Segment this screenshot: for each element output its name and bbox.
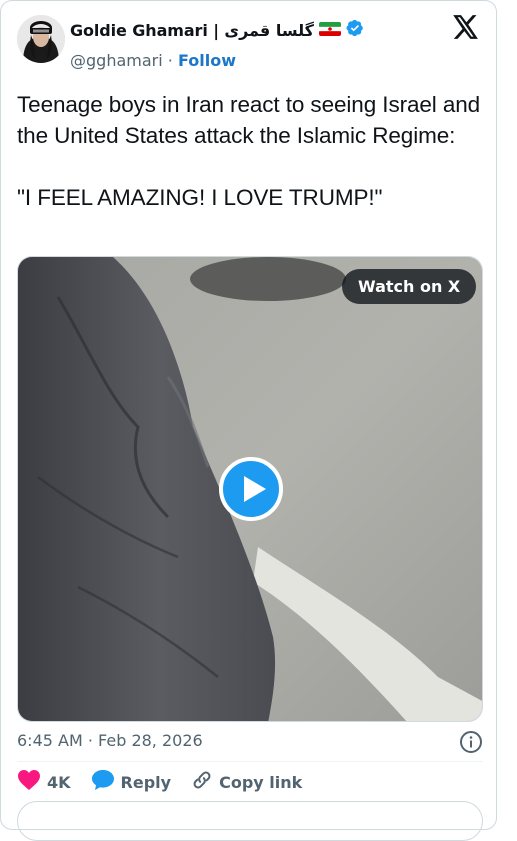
play-icon[interactable] bbox=[219, 457, 283, 521]
reply-bubble-icon bbox=[91, 769, 115, 795]
iran-flag-icon bbox=[318, 21, 341, 40]
author-handle[interactable]: @gghamari bbox=[70, 51, 163, 70]
read-replies-button[interactable] bbox=[17, 801, 483, 841]
video-player[interactable]: Watch on X bbox=[17, 256, 483, 722]
copy-link-button[interactable]: Copy link bbox=[191, 769, 302, 795]
tweet-card: Goldie Ghamari | گلسا قمری @gghamari · F… bbox=[0, 0, 497, 841]
tweet-actions: 4K Reply Copy link bbox=[17, 769, 322, 795]
x-logo-icon[interactable] bbox=[453, 15, 479, 39]
link-icon bbox=[191, 769, 213, 795]
like-count: 4K bbox=[47, 772, 71, 792]
reply-label: Reply bbox=[120, 772, 172, 792]
watch-on-x-button[interactable]: Watch on X bbox=[342, 269, 477, 304]
tweet-text: Teenage boys in Iran react to seeing Isr… bbox=[17, 92, 481, 210]
tweet-timestamp[interactable]: 6:45 AM · Feb 28, 2026 bbox=[17, 731, 203, 750]
handle-separator: · bbox=[167, 51, 173, 70]
reply-button[interactable]: Reply bbox=[91, 769, 172, 795]
verified-badge-icon bbox=[346, 19, 364, 41]
info-icon[interactable] bbox=[459, 730, 483, 754]
copy-link-label: Copy link bbox=[219, 772, 303, 792]
like-button[interactable]: 4K bbox=[17, 769, 71, 795]
divider bbox=[17, 761, 483, 762]
follow-button[interactable]: Follow bbox=[178, 51, 236, 70]
avatar[interactable] bbox=[17, 15, 65, 63]
author-display-name[interactable]: Goldie Ghamari | گلسا قمری bbox=[70, 21, 314, 40]
author-name-row[interactable]: Goldie Ghamari | گلسا قمری bbox=[70, 19, 364, 41]
author-handle-row: @gghamari · Follow bbox=[70, 51, 236, 70]
heart-icon bbox=[17, 769, 41, 795]
